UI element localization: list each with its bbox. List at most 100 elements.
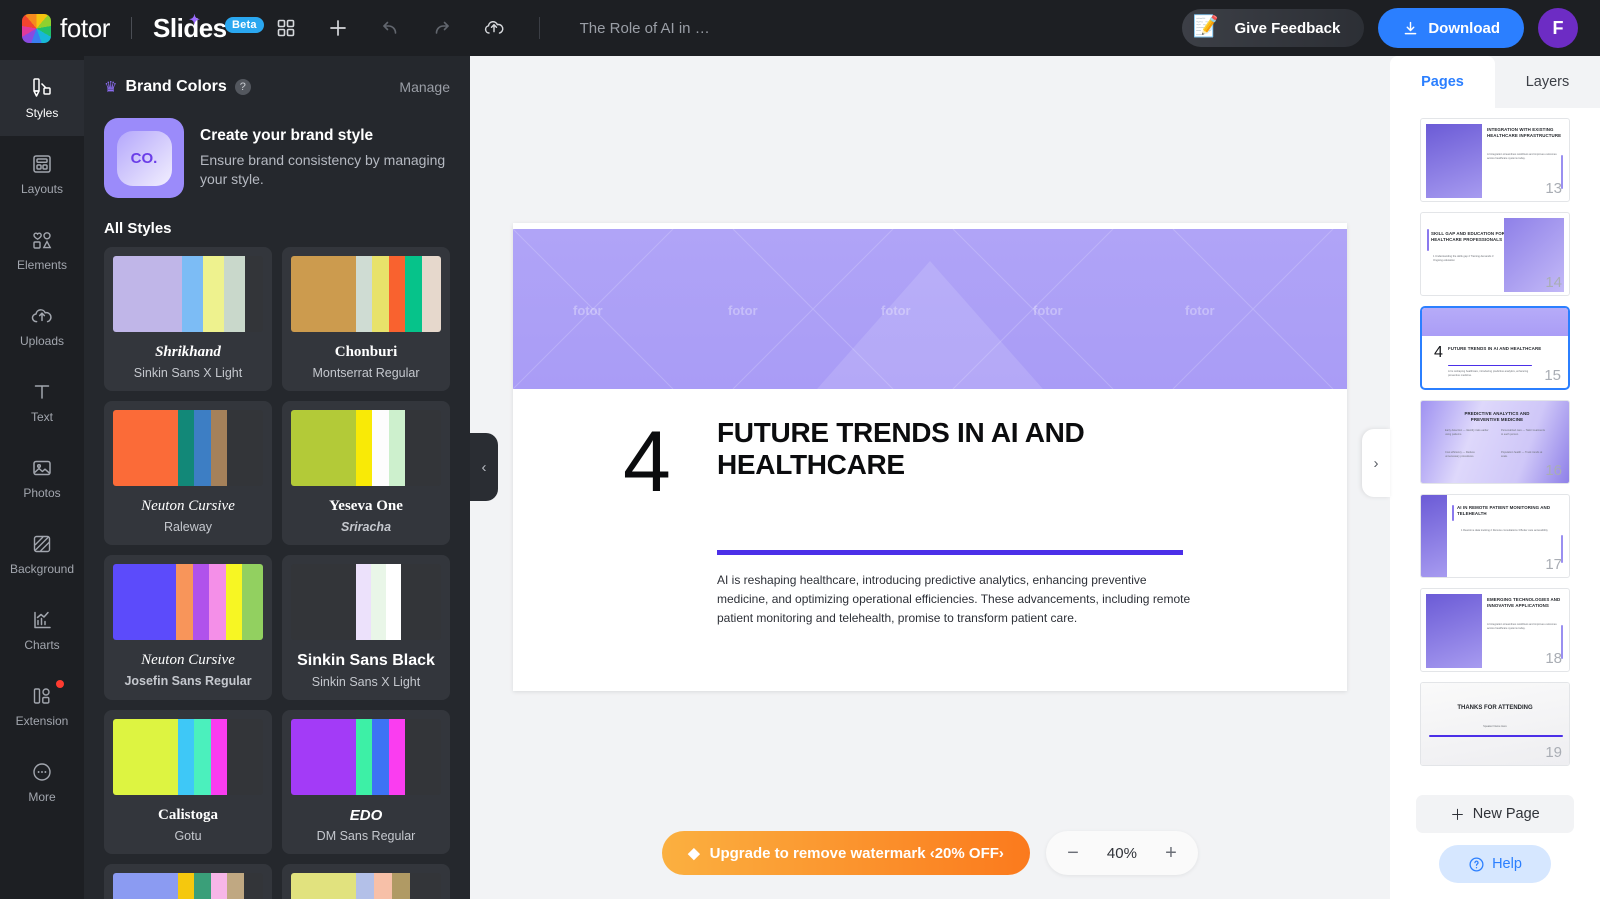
styles-scroll-area[interactable]: Shrikhand Sinkin Sans X Light Chonburi Mont… (84, 247, 470, 899)
slide-canvas[interactable]: fotor fotor fotor fotor fotor 4 FUTURE T… (513, 222, 1347, 691)
sidebar-item-background[interactable]: Background (0, 516, 84, 592)
sidebar-item-layouts[interactable]: Layouts (0, 136, 84, 212)
collapse-right-panel-button[interactable]: › (1362, 429, 1390, 497)
style-swatch-strip (113, 719, 263, 795)
thumb-paragraph: Cost efficiency — Reduce unnecessary pro… (1445, 451, 1475, 458)
help-icon[interactable]: ? (234, 79, 251, 95)
style-swatch (209, 564, 226, 640)
page-thumbnail[interactable]: AI IN REMOTE PATIENT MONITORING AND TELE… (1420, 494, 1570, 578)
tab-layers[interactable]: Layers (1495, 56, 1600, 108)
style-card[interactable]: Chonburi Montserrat Regular (282, 247, 450, 391)
upgrade-button[interactable]: ◆ Upgrade to remove watermark ‹20% OFF› (662, 831, 1030, 875)
style-card[interactable] (104, 864, 272, 899)
page-thumbnail[interactable]: THANKS FOR ATTENDING Speaker Name Here 19 (1420, 682, 1570, 766)
create-brand-style-card[interactable]: CO. Create your brand style Ensure brand… (84, 100, 470, 198)
thumb-title: FUTURE TRENDS IN AI AND HEALTHCARE (1448, 346, 1542, 351)
zoom-level[interactable]: 40% (1096, 845, 1148, 862)
style-swatch (355, 719, 372, 795)
document-title[interactable]: The Role of AI in … (580, 20, 710, 37)
plus-icon: ＋ (1450, 807, 1465, 824)
crown-icon: ♛ (104, 79, 118, 96)
style-name: Yeseva One (329, 498, 403, 514)
download-icon (1402, 20, 1419, 37)
download-label: Download (1428, 19, 1500, 37)
zoom-in-button[interactable]: + (1154, 836, 1188, 870)
question-circle-icon (1468, 856, 1485, 873)
background-icon (30, 532, 54, 556)
thumb-title: SKILL GAP AND EDUCATION FOR HEALTHCARE P… (1431, 231, 1506, 242)
undo-icon[interactable] (373, 11, 407, 45)
brand-thumb: CO. (104, 118, 184, 198)
thumb-title: PREDICTIVE ANALYTICS AND PREVENTIVE MEDI… (1464, 411, 1530, 422)
style-swatch-strip (113, 564, 263, 640)
sidebar-item-charts[interactable]: Charts (0, 592, 84, 668)
style-card[interactable]: Shrikhand Sinkin Sans X Light (104, 247, 272, 391)
page-thumbnail[interactable]: INTEGRATION WITH EXISTING HEALTHCARE INF… (1420, 118, 1570, 202)
sidebar-label: Charts (24, 638, 60, 652)
sidebar-item-text[interactable]: Text (0, 364, 84, 440)
style-swatch (355, 410, 372, 486)
plus-icon[interactable] (321, 11, 355, 45)
avatar[interactable]: F (1538, 8, 1578, 48)
sidebar-label: Background (9, 562, 75, 576)
zoom-out-button[interactable]: − (1056, 836, 1090, 870)
brand-logo[interactable]: fotor Slides ✦ Beta (0, 12, 264, 44)
canvas-area[interactable]: ‹ fotor fotor fotor fotor fotor 4 FUTURE… (470, 56, 1390, 899)
style-swatch (194, 410, 211, 486)
sidebar-item-elements[interactable]: Elements (0, 212, 84, 288)
style-swatch (355, 256, 372, 332)
style-swatch (113, 564, 176, 640)
thumb-page-number: 17 (1545, 556, 1562, 573)
sidebar-item-styles[interactable]: Styles (0, 60, 84, 136)
redo-icon[interactable] (425, 11, 459, 45)
style-card[interactable]: Neuton Cursive Raleway (104, 401, 272, 545)
page-thumbnail[interactable]: EMERGING TECHNOLOGIES AND INNOVATIVE APP… (1420, 588, 1570, 672)
style-swatch (405, 410, 441, 486)
slide-section-number[interactable]: 4 (623, 419, 671, 505)
slide-body-text[interactable]: AI is reshaping healthcare, introducing … (717, 571, 1197, 629)
logo-divider (131, 17, 133, 39)
sidebar-label: Text (30, 410, 53, 424)
thumb-accent (1427, 229, 1429, 251)
page-thumbnail-list[interactable]: INTEGRATION WITH EXISTING HEALTHCARE INF… (1390, 108, 1600, 785)
style-swatch-strip (113, 256, 263, 332)
cloud-upload-icon[interactable] (477, 11, 511, 45)
style-card[interactable]: Calistoga Gotu (104, 710, 272, 854)
grid-icon[interactable] (269, 11, 303, 45)
style-swatch (400, 564, 441, 640)
style-swatch (176, 564, 193, 640)
style-card[interactable]: Sinkin Sans Black Sinkin Sans X Light (282, 555, 450, 700)
page-thumbnail[interactable]: 4 FUTURE TRENDS IN AI AND HEALTHCARE AI is… (1420, 306, 1570, 390)
help-button[interactable]: Help (1439, 845, 1551, 883)
collapse-left-panel-button[interactable]: ‹ (470, 433, 498, 501)
thumb-paragraph: AI is reshaping healthcare, introducing … (1448, 370, 1529, 377)
sidebar-label: Uploads (19, 334, 65, 348)
slide-title[interactable]: FUTURE TRENDS IN AI AND HEALTHCARE (717, 417, 1187, 483)
style-swatch (388, 719, 405, 795)
style-card[interactable]: EDO DM Sans Regular (282, 710, 450, 854)
style-card[interactable]: Neuton Cursive Josefin Sans Regular (104, 555, 272, 700)
style-swatch (192, 564, 209, 640)
manage-link[interactable]: Manage (399, 79, 450, 95)
download-button[interactable]: Download (1378, 8, 1524, 48)
style-swatch (421, 256, 441, 332)
style-card[interactable] (282, 864, 450, 899)
slide-hero-image[interactable]: fotor fotor fotor fotor fotor (513, 228, 1347, 389)
page-thumbnail[interactable]: SKILL GAP AND EDUCATION FOR HEALTHCARE P… (1420, 212, 1570, 296)
sidebar-item-photos[interactable]: Photos (0, 440, 84, 516)
give-feedback-button[interactable]: 📝 Give Feedback (1182, 9, 1365, 47)
style-swatch (409, 873, 441, 899)
sidebar-item-extension[interactable]: Extension (0, 668, 84, 744)
style-card[interactable]: Yeseva One Sriracha (282, 401, 450, 545)
new-page-button[interactable]: ＋ New Page (1416, 795, 1574, 833)
sidebar-label: Extension (15, 714, 69, 728)
style-font-name: Sinkin Sans X Light (311, 675, 421, 689)
style-swatch (224, 256, 245, 332)
style-swatch (227, 719, 263, 795)
tab-pages[interactable]: Pages (1390, 56, 1495, 108)
sidebar-item-more[interactable]: More (0, 744, 84, 820)
uploads-icon (30, 304, 54, 328)
page-thumbnail[interactable]: PREDICTIVE ANALYTICS AND PREVENTIVE MEDI… (1420, 400, 1570, 484)
style-swatch (182, 256, 203, 332)
sidebar-item-uploads[interactable]: Uploads (0, 288, 84, 364)
